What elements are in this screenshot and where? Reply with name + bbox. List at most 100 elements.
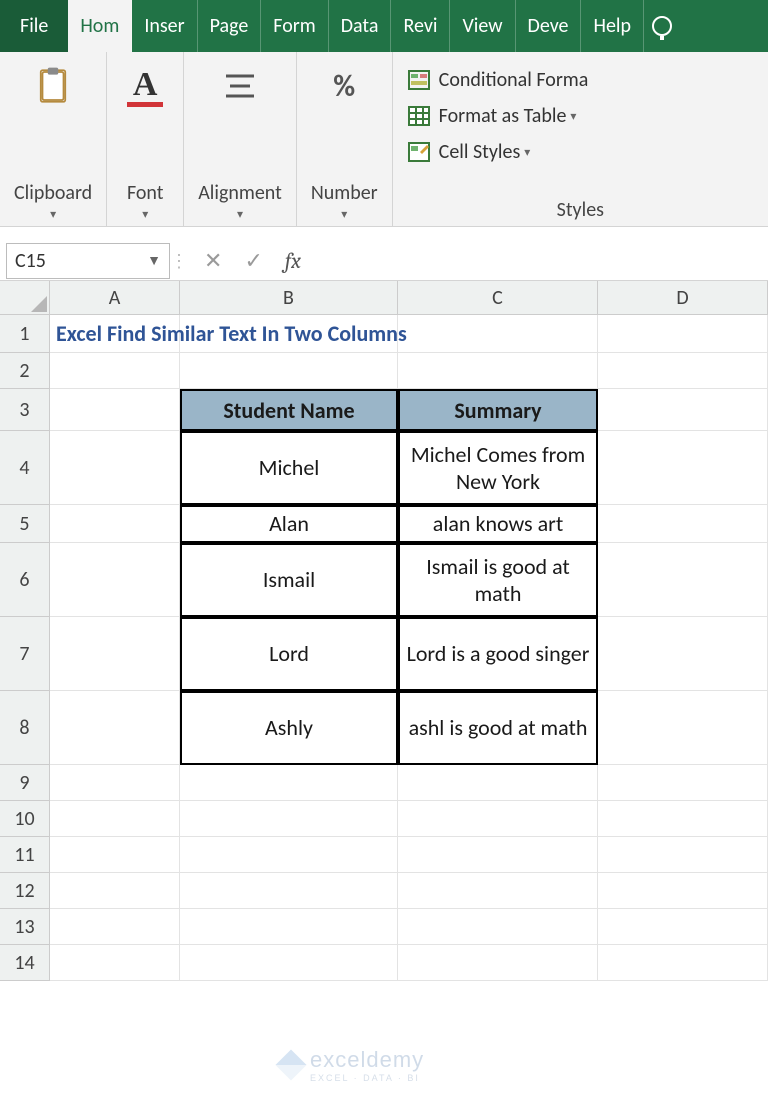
cell-A5[interactable] <box>50 505 180 543</box>
cell-A10[interactable] <box>50 801 180 837</box>
row-header-5[interactable]: 5 <box>0 505 50 543</box>
cell-D12[interactable] <box>598 873 768 909</box>
cell-C9[interactable] <box>398 765 598 801</box>
cell-A4[interactable] <box>50 431 180 505</box>
tab-home[interactable]: Hom <box>68 0 132 52</box>
tab-review[interactable]: Revi <box>391 0 450 52</box>
cell-D13[interactable] <box>598 909 768 945</box>
cell-D4[interactable] <box>598 431 768 505</box>
tab-view[interactable]: View <box>450 0 515 52</box>
row-header-7[interactable]: 7 <box>0 617 50 691</box>
cell-D11[interactable] <box>598 837 768 873</box>
cell-C3[interactable]: Summary <box>398 389 598 431</box>
dropdown-icon[interactable]: ▾ <box>237 207 243 222</box>
dropdown-icon[interactable]: ▼ <box>147 252 161 269</box>
cell-D5[interactable] <box>598 505 768 543</box>
cell-C7[interactable]: Lord is a good singer <box>398 617 598 691</box>
formula-input[interactable] <box>321 243 768 279</box>
cell-D7[interactable] <box>598 617 768 691</box>
row-header-14[interactable]: 14 <box>0 945 50 981</box>
row-header-3[interactable]: 3 <box>0 389 50 431</box>
cell-B11[interactable] <box>180 837 398 873</box>
cell-D9[interactable] <box>598 765 768 801</box>
cell-C12[interactable] <box>398 873 598 909</box>
column-header-A[interactable]: A <box>50 281 180 315</box>
cell-C5[interactable]: alan knows art <box>398 505 598 543</box>
group-clipboard[interactable]: Clipboard ▾ <box>0 52 107 226</box>
cell-B6[interactable]: Ismail <box>180 543 398 617</box>
column-header-C[interactable]: C <box>398 281 598 315</box>
row-header-12[interactable]: 12 <box>0 873 50 909</box>
tab-help[interactable]: Help <box>581 0 644 52</box>
name-box[interactable]: C15 ▼ <box>6 243 170 279</box>
row-header-10[interactable]: 10 <box>0 801 50 837</box>
cell-B8[interactable]: Ashly <box>180 691 398 765</box>
row-header-6[interactable]: 6 <box>0 543 50 617</box>
tab-insert[interactable]: Inser <box>132 0 197 52</box>
tab-formulas[interactable]: Form <box>261 0 328 52</box>
cell-A2[interactable] <box>50 353 180 389</box>
cell-B13[interactable] <box>180 909 398 945</box>
cell-C1[interactable] <box>398 315 598 353</box>
cell-B4[interactable]: Michel <box>180 431 398 505</box>
cell-C4[interactable]: Michel Comes from New York <box>398 431 598 505</box>
insert-function-button[interactable]: fx <box>285 248 301 274</box>
conditional-formatting-button[interactable]: Conditional Forma <box>407 62 589 98</box>
cell-D14[interactable] <box>598 945 768 981</box>
cell-B12[interactable] <box>180 873 398 909</box>
cell-C2[interactable] <box>398 353 598 389</box>
row-header-11[interactable]: 11 <box>0 837 50 873</box>
cell-C13[interactable] <box>398 909 598 945</box>
cell-A13[interactable] <box>50 909 180 945</box>
cancel-formula-button[interactable]: ✕ <box>204 247 222 274</box>
group-font[interactable]: A Font ▾ <box>107 52 184 226</box>
cell-D2[interactable] <box>598 353 768 389</box>
cell-C14[interactable] <box>398 945 598 981</box>
cell-A7[interactable] <box>50 617 180 691</box>
row-header-13[interactable]: 13 <box>0 909 50 945</box>
cell-C8[interactable]: ashl is good at math <box>398 691 598 765</box>
tab-data[interactable]: Data <box>329 0 392 52</box>
cell-C10[interactable] <box>398 801 598 837</box>
cell-D8[interactable] <box>598 691 768 765</box>
cell-A1[interactable]: Excel Find Similar Text In Two Columns <box>50 315 180 353</box>
enter-formula-button[interactable]: ✓ <box>244 247 262 274</box>
cell-B2[interactable] <box>180 353 398 389</box>
cell-D1[interactable] <box>598 315 768 353</box>
group-number[interactable]: % Number ▾ <box>297 52 393 226</box>
grip-icon[interactable]: ⋮ <box>170 250 184 272</box>
group-alignment[interactable]: Alignment ▾ <box>184 52 297 226</box>
cell-A9[interactable] <box>50 765 180 801</box>
row-header-8[interactable]: 8 <box>0 691 50 765</box>
cell-B7[interactable]: Lord <box>180 617 398 691</box>
cell-A12[interactable] <box>50 873 180 909</box>
cell-D10[interactable] <box>598 801 768 837</box>
tell-me-button[interactable] <box>644 0 680 52</box>
cell-C11[interactable] <box>398 837 598 873</box>
cell-A3[interactable] <box>50 389 180 431</box>
cell-A14[interactable] <box>50 945 180 981</box>
dropdown-icon[interactable]: ▾ <box>50 207 56 222</box>
cell-B10[interactable] <box>180 801 398 837</box>
tab-developer[interactable]: Deve <box>516 0 582 52</box>
tab-file[interactable]: File <box>0 0 68 52</box>
cell-styles-button[interactable]: Cell Styles ▾ <box>407 134 531 170</box>
row-header-1[interactable]: 1 <box>0 315 50 353</box>
row-header-4[interactable]: 4 <box>0 431 50 505</box>
column-header-D[interactable]: D <box>598 281 768 315</box>
cell-C6[interactable]: Ismail is good at math <box>398 543 598 617</box>
cell-A6[interactable] <box>50 543 180 617</box>
row-header-9[interactable]: 9 <box>0 765 50 801</box>
worksheet-grid[interactable]: ABCD 1Excel Find Similar Text In Two Col… <box>0 281 768 1105</box>
column-header-B[interactable]: B <box>180 281 398 315</box>
cell-B5[interactable]: Alan <box>180 505 398 543</box>
cell-B9[interactable] <box>180 765 398 801</box>
cell-A11[interactable] <box>50 837 180 873</box>
cell-B14[interactable] <box>180 945 398 981</box>
dropdown-icon[interactable]: ▾ <box>341 207 347 222</box>
cell-B3[interactable]: Student Name <box>180 389 398 431</box>
format-as-table-button[interactable]: Format as Table ▾ <box>407 98 577 134</box>
tab-page-layout[interactable]: Page <box>198 0 262 52</box>
cell-A8[interactable] <box>50 691 180 765</box>
dropdown-icon[interactable]: ▾ <box>142 207 148 222</box>
